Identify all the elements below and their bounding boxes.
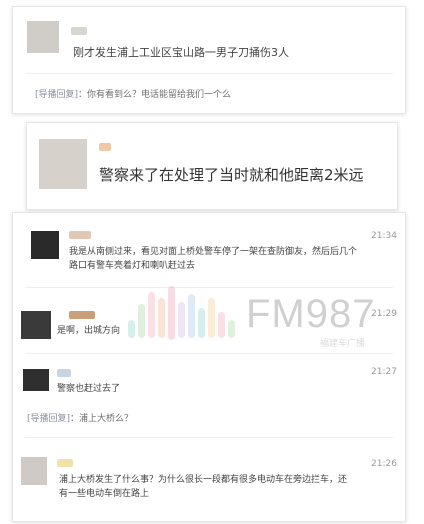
comment-text: 刚才发生浦上工业区宝山路一男子刀捅伤3人 bbox=[73, 46, 289, 59]
reply-tag: [导播回复] bbox=[27, 414, 71, 424]
avatar bbox=[21, 457, 47, 485]
username bbox=[57, 459, 73, 467]
username bbox=[99, 143, 111, 151]
comment-text: 我是从南侧过来，看见对面上桥处警车停了一架在查防御友，然后后几个 bbox=[69, 247, 358, 257]
watermark-text: FM987 bbox=[246, 292, 376, 336]
host-reply: [导播回复]：浦上大桥么？ bbox=[27, 411, 133, 424]
divider bbox=[25, 73, 393, 74]
avatar bbox=[39, 139, 87, 189]
avatar bbox=[21, 311, 51, 339]
comment-text: 浦上大桥发生了什么事？为什么很长一段都有很多电动车在旁边拦车，还 bbox=[59, 475, 348, 485]
comment-text-line2: 路口有警车亮着灯和喇叭赶过去 bbox=[69, 261, 196, 271]
comment-text: 警察也赶过去了 bbox=[57, 384, 121, 394]
comment-list-card: 21:34 我是从南侧过来，看见对面上桥处警车停了一架在查防御友，然后后几个 路… bbox=[12, 212, 406, 522]
host-reply: [导播回复]：你有看到么？电话能留给我们一个么 bbox=[35, 87, 231, 100]
fm987-watermark: FM987 福建车广播 bbox=[128, 286, 388, 366]
comment-text: 警察来了在处理了当时就和他距离2米远 bbox=[99, 166, 364, 184]
comment-card-1: 刚才发生浦上工业区宝山路一男子刀捅伤3人 [导播回复]：你有看到么？电话能留给我… bbox=[12, 6, 406, 114]
reply-text: ：你有看到么？电话能留给我们一个么 bbox=[78, 90, 232, 100]
username bbox=[57, 369, 71, 377]
reply-tag: [导播回复] bbox=[35, 90, 79, 100]
comment-text: 是啊，出城方向 bbox=[57, 326, 121, 336]
avatar bbox=[31, 231, 59, 259]
comment-card-2: 警察来了在处理了当时就和他距离2米远 bbox=[26, 122, 398, 210]
avatar bbox=[27, 21, 59, 53]
watermark-subtext: 福建车广播 bbox=[320, 339, 366, 349]
avatar bbox=[23, 369, 49, 391]
reply-text: ：浦上大桥么？ bbox=[70, 414, 134, 424]
comment-time: 21:26 bbox=[371, 459, 397, 469]
comment-text-line2: 有一些电动车倒在路上 bbox=[59, 489, 150, 499]
comment-time: 21:27 bbox=[371, 367, 397, 377]
username bbox=[69, 311, 95, 319]
divider bbox=[25, 437, 393, 438]
comment-time: 21:34 bbox=[371, 231, 397, 241]
username bbox=[69, 231, 91, 239]
username bbox=[71, 27, 87, 35]
